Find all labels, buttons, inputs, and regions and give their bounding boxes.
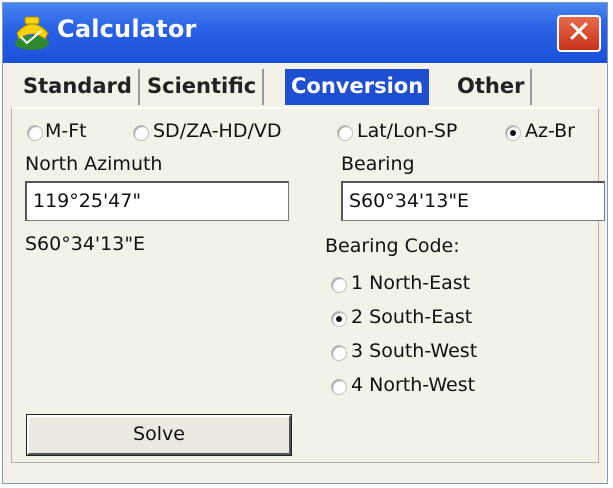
title-bar: Calculator ✕ <box>3 3 607 63</box>
bearing-nw-radio[interactable] <box>331 379 347 395</box>
bearing-sw-label: 3 South-West <box>351 340 478 362</box>
calculator-app-icon <box>15 16 49 50</box>
tab-bar: Standard Scientific Conversion Other <box>15 69 595 109</box>
tab-other[interactable]: Other <box>451 69 533 105</box>
tab-standard[interactable]: Standard <box>17 69 140 105</box>
mode-mft-label: M-Ft <box>45 120 87 142</box>
bearing-label: Bearing <box>341 153 415 175</box>
mode-azbr-label: Az-Br <box>525 120 575 142</box>
bearing-nw-label: 4 North-West <box>351 374 476 396</box>
calculator-window: Calculator ✕ Standard Scientific Convers… <box>2 2 608 484</box>
mode-sdza-label: SD/ZA-HD/VD <box>153 120 282 142</box>
solve-button[interactable]: Solve <box>26 414 292 456</box>
azimuth-label: North Azimuth <box>25 153 163 175</box>
bearing-code-label: Bearing Code: <box>325 235 460 257</box>
tab-conversion[interactable]: Conversion <box>285 69 430 105</box>
window-title: Calculator <box>57 15 197 43</box>
tab-scientific[interactable]: Scientific <box>141 69 265 105</box>
bearing-se-label: 2 South-East <box>351 306 473 328</box>
azimuth-input[interactable]: 119°25'47" <box>25 181 289 221</box>
bearing-sw-radio[interactable] <box>331 345 347 361</box>
bearing-se-radio[interactable] <box>331 311 347 327</box>
mode-azbr-radio[interactable] <box>505 125 521 141</box>
bearing-ne-radio[interactable] <box>331 277 347 293</box>
mode-latlon-radio[interactable] <box>337 125 353 141</box>
azimuth-result: S60°34'13"E <box>25 233 146 255</box>
mode-latlon-label: Lat/Lon-SP <box>357 120 458 142</box>
close-icon: ✕ <box>566 15 592 50</box>
close-button[interactable]: ✕ <box>557 15 601 52</box>
bearing-ne-label: 1 North-East <box>351 272 471 294</box>
mode-mft-radio[interactable] <box>27 125 43 141</box>
mode-sdza-radio[interactable] <box>133 125 149 141</box>
bearing-input[interactable]: S60°34'13"E <box>341 181 605 221</box>
